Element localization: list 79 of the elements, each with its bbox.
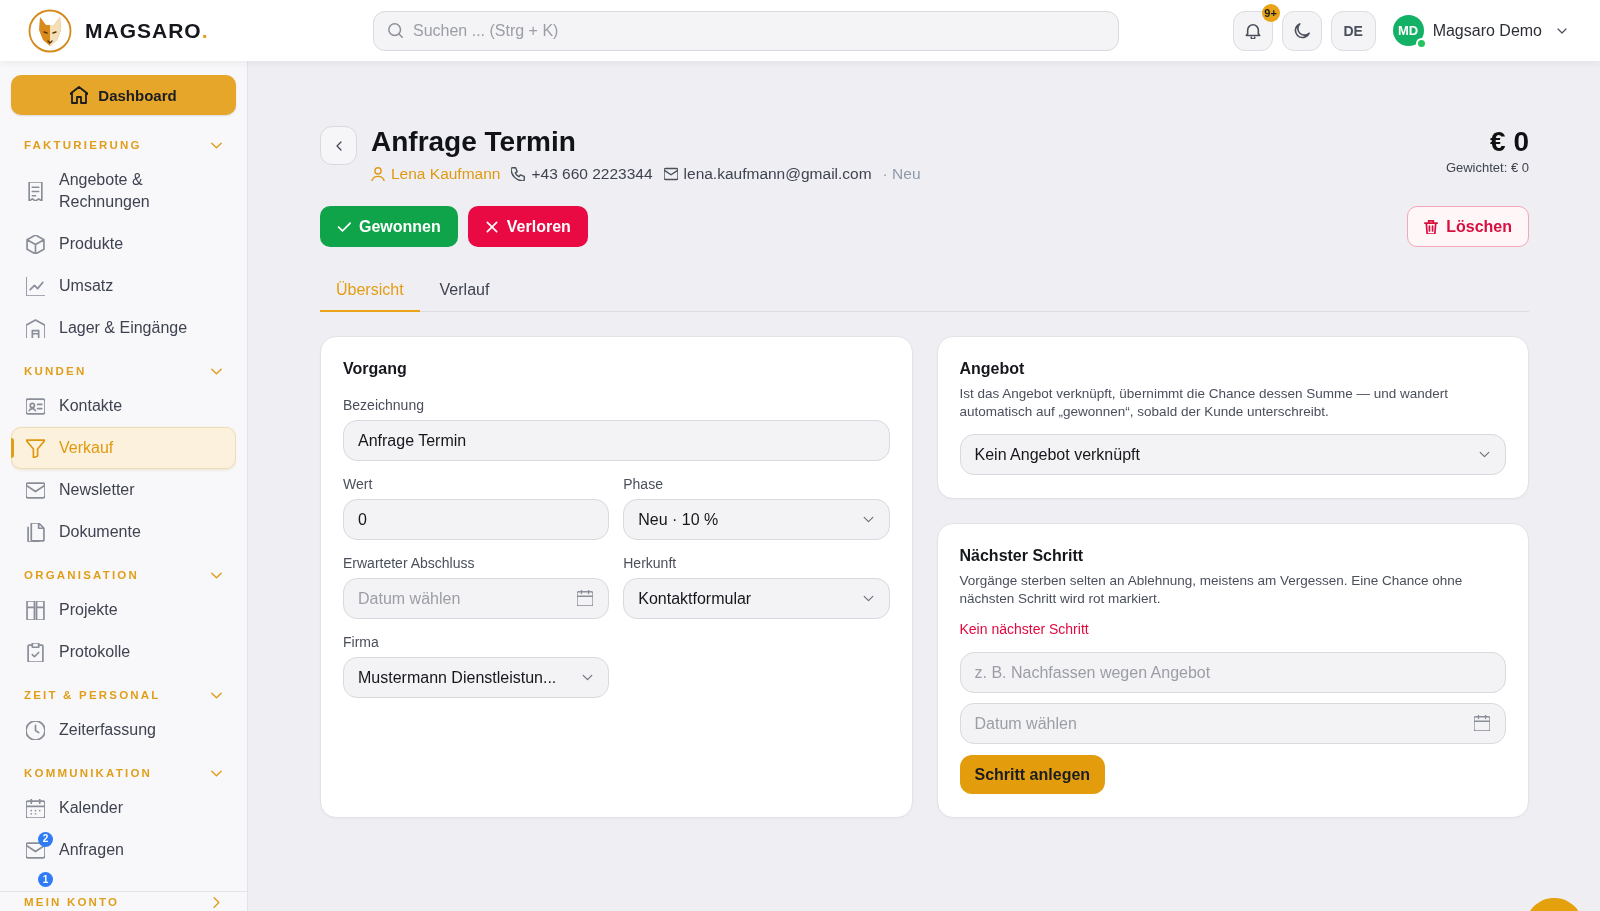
field-label: Firma — [343, 633, 380, 651]
cube-icon — [26, 234, 45, 254]
calendar-icon — [577, 590, 594, 606]
notification-badge: 9+ — [1261, 3, 1280, 22]
sidebar-item[interactable]: Projekte — [11, 589, 236, 631]
card-title: Vorgang — [343, 359, 408, 379]
columns-icon — [26, 600, 45, 620]
count-badge: 1 — [38, 872, 53, 887]
user-avatar: MD — [1392, 15, 1424, 46]
search-field[interactable]: Suchen ... (Strg + K) — [373, 10, 1119, 51]
dropdown[interactable]: Mustermann Dienstleistun... — [343, 657, 610, 698]
animal-head-logo-icon — [28, 8, 72, 53]
dropdown[interactable]: Neu · 10 % — [623, 499, 890, 540]
email-address: lena.kaufmann@gmail.com — [683, 164, 872, 184]
calendar-icon — [1474, 715, 1490, 731]
tab[interactable]: Verlauf — [423, 269, 506, 312]
brand-name: MAGSARO. — [85, 18, 209, 43]
receipt-icon — [26, 181, 45, 201]
date-input[interactable]: Datum wählen — [343, 578, 610, 619]
x-icon — [484, 219, 499, 234]
field-label: Wert — [343, 475, 374, 493]
count-badge: 2 — [38, 831, 53, 847]
sidebar-item[interactable]: Zeiterfassung — [11, 709, 236, 751]
clock-icon — [26, 720, 45, 740]
search-icon — [388, 22, 403, 38]
sidebar-item[interactable]: Newsletter — [11, 469, 236, 511]
card-description: Vorgänge sterben selten an Ablehnung, meistens am Vergessen. Eine Chance ohne nächsten Schritt wird rot markiert. — [959, 572, 1464, 608]
envelope-icon — [663, 167, 678, 181]
person-icon — [371, 167, 385, 181]
text-input[interactable]: Anfrage Termin — [343, 420, 890, 461]
language-button[interactable]: DE — [1330, 10, 1376, 51]
create-step-button[interactable]: Schritt anlegen — [959, 755, 1106, 794]
date-input[interactable]: Datum wählen — [959, 703, 1506, 744]
check-icon — [337, 219, 351, 234]
field-label: Phase — [623, 475, 664, 493]
deal-status: · Neu — [882, 164, 921, 184]
moon-icon — [1293, 22, 1310, 39]
sidebar-item[interactable]: Kalender — [11, 787, 236, 829]
page-title: Anfrage Termin — [371, 126, 577, 158]
deal-amount: € 0 — [1489, 126, 1529, 158]
document-icon — [26, 522, 45, 542]
text-input[interactable]: 0 — [343, 499, 610, 540]
dropdown[interactable]: Kontaktformular — [623, 578, 890, 619]
sidebar-item[interactable]: Lager & Eingänge — [11, 307, 236, 349]
funnel-icon — [26, 438, 45, 458]
theme-toggle-button[interactable] — [1281, 10, 1322, 51]
dropdown[interactable]: Kein Angebot verknüpft — [959, 434, 1506, 475]
card-description: Ist das Angebot verknüpft, übernimmt die Chance dessen Summe — und wandert automatisch auf „gewonnen“, sobald der Kunde unterschreibt. — [959, 385, 1450, 421]
field-label: Herkunft — [623, 554, 678, 572]
warning-text: Kein nächster Schritt — [959, 620, 1090, 638]
envelope-icon — [26, 840, 45, 860]
sidebar-item[interactable]: Kontakte — [11, 385, 236, 427]
sidebar-item[interactable]: Protokolle — [11, 631, 236, 673]
phone-number: +43 660 2223344 — [531, 164, 653, 184]
calendar-icon — [26, 798, 45, 818]
home-icon — [70, 86, 89, 104]
lost-button[interactable]: Verloren — [467, 206, 588, 247]
id-card-icon — [26, 396, 45, 416]
weighted-amount: Gewichtet: € 0 — [1445, 160, 1529, 175]
sidebar-item[interactable]: Dokumente — [11, 511, 236, 553]
card-title: Nächster Schritt — [959, 546, 1085, 566]
user-menu-button[interactable]: Magsaro Demo — [1432, 21, 1568, 40]
sidebar-item[interactable]: Angebote & Rechnungen — [11, 159, 236, 223]
line-chart-icon — [26, 276, 45, 296]
field-label: Erwarteter Abschluss — [343, 554, 476, 572]
dashboard-button[interactable]: Dashboard — [11, 75, 236, 115]
bell-icon — [1244, 22, 1261, 39]
trash-icon — [1424, 219, 1439, 234]
field-label: Bezeichnung — [343, 396, 425, 414]
envelope-icon — [26, 480, 45, 500]
sidebar-item[interactable]: 2 Anfragen — [11, 829, 236, 871]
card-title: Angebot — [959, 359, 1026, 379]
warehouse-icon — [26, 318, 45, 338]
text-input[interactable]: z. B. Nachfassen wegen Angebot — [959, 652, 1506, 693]
delete-button[interactable]: Löschen — [1407, 206, 1529, 247]
clipboard-check-icon — [26, 642, 45, 662]
sidebar-item[interactable]: Produkte — [11, 223, 236, 265]
sidebar-item[interactable]: Umsatz — [11, 265, 236, 307]
phone-icon — [511, 167, 526, 181]
